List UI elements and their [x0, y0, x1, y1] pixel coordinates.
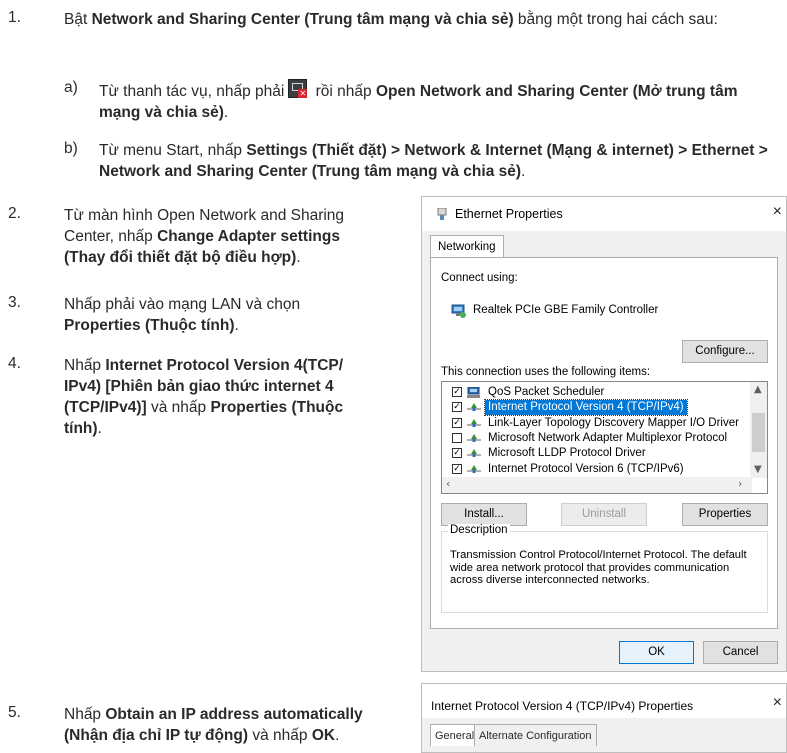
- ethernet-properties-dialog: Ethernet Properties × Networking Connect…: [421, 196, 787, 672]
- text-run: và nhấp: [146, 399, 211, 416]
- close-icon[interactable]: ×: [773, 203, 782, 221]
- step-1-text: Bật Network and Sharing Center (Trung tâ…: [64, 9, 772, 30]
- scroll-down-icon[interactable]: ▼: [754, 464, 762, 475]
- text-run: .: [223, 104, 229, 121]
- step-5-text: Nhấp Obtain an IP address automatically …: [64, 704, 386, 746]
- close-icon[interactable]: ×: [773, 694, 782, 712]
- configure-button[interactable]: Configure...: [682, 340, 768, 363]
- list-item[interactable]: ✓ Link-Layer Topology Discovery Mapper I/…: [442, 416, 752, 431]
- description-text: Transmission Control Protocol/Internet P…: [450, 549, 747, 586]
- networking-panel: Connect using: Realtek PCIe GBE Family C…: [430, 257, 778, 629]
- substep-b-label: b): [64, 140, 78, 157]
- step-number: 2.: [8, 205, 21, 222]
- text-run: Bật: [64, 11, 92, 28]
- text-run: bằng một trong hai cách sau:: [513, 11, 718, 28]
- ethernet-adapter-icon: [437, 208, 447, 220]
- dialog2-titlebar: Internet Protocol Version 4 (TCP/IPv4) P…: [422, 684, 786, 718]
- document-page: 1. Bật Network and Sharing Center (Trung…: [0, 0, 787, 753]
- step-number: 1.: [8, 9, 21, 26]
- step-2-text: Từ màn hình Open Network and Sharing Cen…: [64, 205, 380, 268]
- ipv4-properties-dialog: Internet Protocol Version 4 (TCP/IPv4) P…: [421, 683, 787, 753]
- text-run: Nhấp phải vào mạng LAN và chọn: [64, 296, 301, 313]
- protocol-icon: [467, 433, 481, 442]
- step-number: 4.: [8, 355, 21, 372]
- scroll-right-icon[interactable]: ›: [738, 477, 742, 490]
- install-button[interactable]: Install...: [441, 503, 527, 526]
- text-run: .: [97, 420, 102, 437]
- text-run: Nhấp: [64, 706, 106, 723]
- protocol-icon: [467, 418, 481, 427]
- text-run: .: [234, 317, 239, 334]
- qos-icon: [467, 387, 480, 398]
- adapter-name: Realtek PCIe GBE Family Controller: [473, 304, 659, 316]
- protocol-icon: [467, 403, 481, 412]
- text-run: Nhấp: [64, 357, 106, 374]
- bold-text: OK: [311, 727, 336, 744]
- list-item-label: Internet Protocol Version 6 (TCP/IPv6): [488, 462, 684, 475]
- text-run: và nhấp: [248, 727, 312, 744]
- properties-button[interactable]: Properties: [682, 503, 768, 526]
- checkbox-checked[interactable]: ✓: [452, 417, 462, 428]
- step-number: 5.: [8, 704, 21, 721]
- list-item-label: Microsoft Network Adapter Multiplexor Pr…: [488, 431, 728, 444]
- items-label: This connection uses the following items…: [441, 366, 651, 378]
- tab-general[interactable]: General: [430, 724, 480, 746]
- scroll-up-icon[interactable]: ▲: [754, 384, 762, 395]
- list-item-label: Microsoft LLDP Protocol Driver: [488, 447, 646, 460]
- text-run: .: [521, 163, 526, 180]
- substep-a-text: Từ thanh tác vụ, nhấp phải ✕ rồi nhấp Ope…: [99, 79, 779, 123]
- ok-button[interactable]: OK: [619, 641, 694, 664]
- bold-text: Properties (Thuộc tính): [64, 317, 235, 334]
- cancel-button[interactable]: Cancel: [703, 641, 778, 664]
- substep-a-before: Từ thanh tác vụ, nhấp phải: [99, 83, 284, 100]
- checkbox-checked[interactable]: ✓: [452, 448, 462, 459]
- text-run: .: [335, 727, 340, 744]
- network-adapter-icon: [451, 304, 466, 318]
- connect-using-label: Connect using:: [441, 272, 518, 284]
- scroll-left-icon[interactable]: ‹: [446, 477, 450, 490]
- list-item[interactable]: Microsoft Network Adapter Multiplexor Pr…: [442, 431, 752, 446]
- bold-text: Network and Sharing Center (Trung tâm mạ…: [91, 11, 514, 28]
- step-4-text: Nhấp Internet Protocol Version 4(TCP/ IP…: [64, 355, 382, 439]
- horizontal-scrollbar[interactable]: ‹ ›: [442, 477, 752, 493]
- substep-a-label: a): [64, 79, 78, 96]
- network-tray-icon: ✕: [288, 79, 308, 98]
- protocol-icon: [467, 449, 481, 458]
- uninstall-button[interactable]: Uninstall: [561, 503, 647, 526]
- scroll-thumb[interactable]: [752, 413, 765, 452]
- tab-networking[interactable]: Networking: [430, 235, 504, 257]
- items-list[interactable]: ✓ QoS Packet Scheduler ✓ Internet Protocol …: [441, 381, 768, 494]
- list-item-label: Internet Protocol Version 4 (TCP/IPv4): [484, 399, 688, 417]
- list-item[interactable]: ✓ QoS Packet Scheduler: [442, 385, 752, 400]
- list-item[interactable]: ✓ Internet Protocol Version 4 (TCP/IPv4): [442, 399, 752, 417]
- dialog-titlebar: Ethernet Properties ×: [422, 197, 786, 231]
- list-item-label: QoS Packet Scheduler: [488, 386, 605, 398]
- vertical-scrollbar[interactable]: ▲ ▼: [750, 382, 767, 478]
- description-group: Description Transmission Control Protoco…: [441, 524, 768, 613]
- list-item-label: Link-Layer Topology Discovery Mapper I/O…: [488, 416, 739, 429]
- tab-bar: Networking: [430, 235, 776, 258]
- checkbox-checked[interactable]: ✓: [452, 463, 462, 474]
- dialog-title: Ethernet Properties: [455, 207, 563, 221]
- substep-b-text: Từ menu Start, nhấp Settings (Thiết đặt)…: [99, 140, 785, 182]
- dialog2-title: Internet Protocol Version 4 (TCP/IPv4) P…: [431, 699, 694, 713]
- text-run: Từ thanh tác vụ, nhấp phải: [99, 83, 285, 100]
- step-3-text: Nhấp phải vào mạng LAN và chọn Propertie…: [64, 294, 364, 336]
- list-item[interactable]: ✓ Internet Protocol Version 6 (TCP/IPv6): [442, 462, 752, 477]
- checkbox-checked[interactable]: ✓: [452, 402, 462, 413]
- text-run: .: [296, 249, 301, 266]
- text-run: Từ menu Start, nhấp: [99, 142, 247, 159]
- checkbox-checked[interactable]: ✓: [452, 387, 462, 397]
- substep-b-before: Từ menu Start, nhấp Settings (Thiết đặt)…: [99, 142, 768, 180]
- protocol-icon: [467, 464, 481, 473]
- list-item[interactable]: ✓ Microsoft LLDP Protocol Driver: [442, 446, 752, 461]
- checkbox-unchecked[interactable]: [452, 432, 462, 443]
- tab-alternate-configuration[interactable]: Alternate Configuration: [474, 724, 597, 746]
- text-run: rồi nhấp: [311, 83, 376, 100]
- description-label: Description: [448, 524, 510, 536]
- step-number: 3.: [8, 294, 21, 311]
